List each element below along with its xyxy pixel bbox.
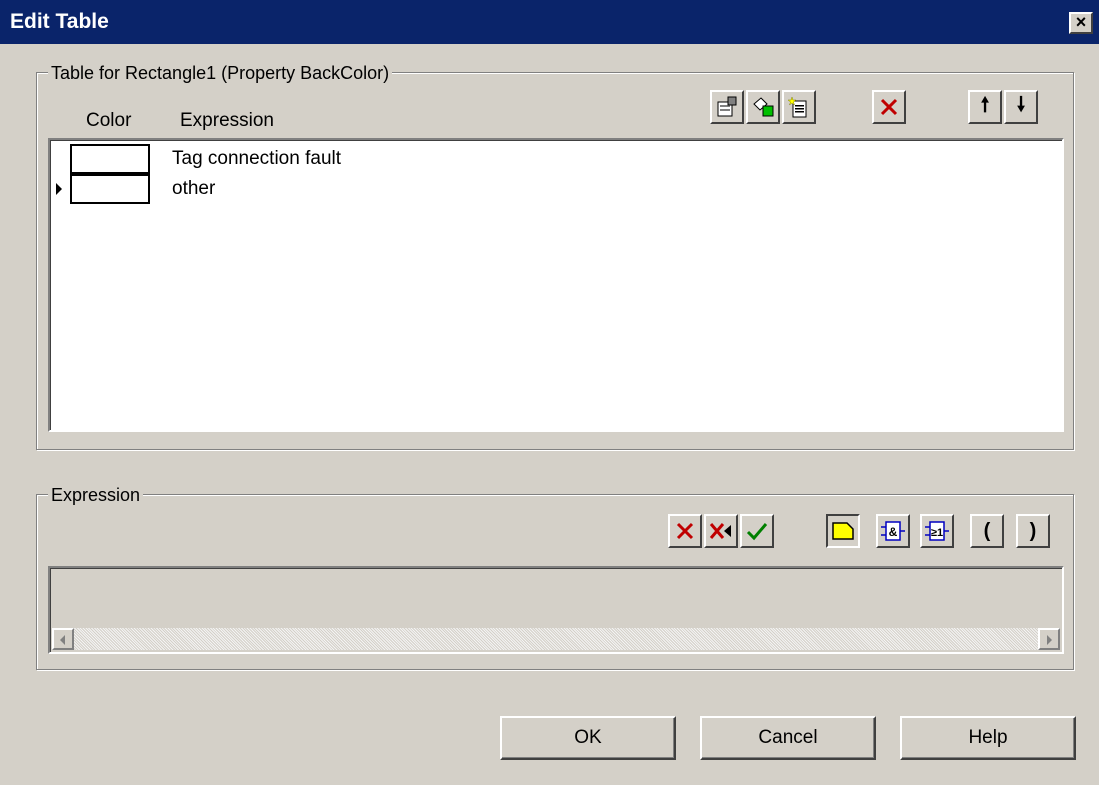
operand-icon bbox=[832, 522, 854, 540]
or-operator-icon: ≥1 bbox=[925, 521, 949, 541]
row-expression: Tag connection fault bbox=[172, 148, 342, 169]
and-operator-icon: & bbox=[881, 521, 905, 541]
open-paren-label: ( bbox=[983, 519, 991, 542]
or-operator-button[interactable]: ≥1 bbox=[920, 514, 954, 548]
close-icon: × bbox=[1075, 12, 1087, 32]
and-label: & bbox=[889, 525, 898, 539]
expression-field[interactable] bbox=[48, 566, 1064, 654]
cancel-button[interactable]: Cancel bbox=[700, 716, 876, 760]
move-down-button[interactable]: 🠗 bbox=[1004, 90, 1038, 124]
expression-column-header: Expression bbox=[180, 110, 274, 131]
row-selector-icon bbox=[56, 183, 62, 195]
title-bar[interactable]: Edit Table × bbox=[0, 0, 1099, 44]
scroll-left-button[interactable] bbox=[52, 628, 74, 650]
properties-icon bbox=[717, 96, 737, 117]
delete-icon bbox=[676, 522, 694, 540]
close-button[interactable]: × bbox=[1069, 12, 1093, 34]
close-paren-label: ) bbox=[1029, 519, 1037, 542]
table-row-selected[interactable]: other bbox=[50, 174, 1062, 204]
arrow-down-icon: 🠗 bbox=[1016, 94, 1026, 116]
delete-operand-button[interactable] bbox=[668, 514, 702, 548]
arrow-up-icon: 🠕 bbox=[980, 94, 990, 116]
operand-button[interactable] bbox=[826, 514, 860, 548]
delete-all-icon bbox=[709, 523, 731, 539]
help-button[interactable]: Help bbox=[900, 716, 1076, 760]
color-column-header: Color bbox=[86, 110, 132, 131]
properties-button[interactable] bbox=[710, 90, 744, 124]
or-label: ≥1 bbox=[931, 527, 943, 539]
open-paren-button[interactable]: ( bbox=[970, 514, 1004, 548]
delete-row-button[interactable] bbox=[872, 90, 906, 124]
row-expression: other bbox=[172, 178, 216, 199]
color-swatch[interactable] bbox=[70, 174, 150, 204]
scroll-right-icon bbox=[1047, 635, 1052, 645]
scroll-left-icon bbox=[60, 635, 65, 645]
close-paren-button[interactable]: ) bbox=[1016, 514, 1050, 548]
table-row[interactable]: Tag connection fault bbox=[50, 144, 1062, 174]
apply-button[interactable] bbox=[740, 514, 774, 548]
paint-button[interactable] bbox=[746, 90, 780, 124]
ok-label: OK bbox=[574, 727, 602, 748]
new-document-icon bbox=[788, 96, 807, 118]
delete-all-button[interactable] bbox=[704, 514, 738, 548]
window-title: Edit Table bbox=[10, 10, 109, 33]
cancel-label: Cancel bbox=[758, 727, 818, 748]
table-group-legend: Table for Rectangle1 (Property BackColor… bbox=[48, 62, 393, 84]
horizontal-scrollbar[interactable] bbox=[52, 628, 1060, 650]
scroll-right-button[interactable] bbox=[1038, 628, 1060, 650]
help-label: Help bbox=[968, 727, 1008, 748]
check-icon bbox=[746, 523, 768, 541]
color-table[interactable]: Tag connection fault other bbox=[48, 138, 1064, 432]
paint-icon bbox=[753, 97, 774, 117]
color-swatch[interactable] bbox=[70, 144, 150, 174]
and-operator-button[interactable]: & bbox=[876, 514, 910, 548]
delete-icon bbox=[880, 98, 898, 116]
new-entry-button[interactable] bbox=[782, 90, 816, 124]
expression-group-legend: Expression bbox=[48, 484, 144, 506]
move-up-button[interactable]: 🠕 bbox=[968, 90, 1002, 124]
ok-button[interactable]: OK bbox=[500, 716, 676, 760]
